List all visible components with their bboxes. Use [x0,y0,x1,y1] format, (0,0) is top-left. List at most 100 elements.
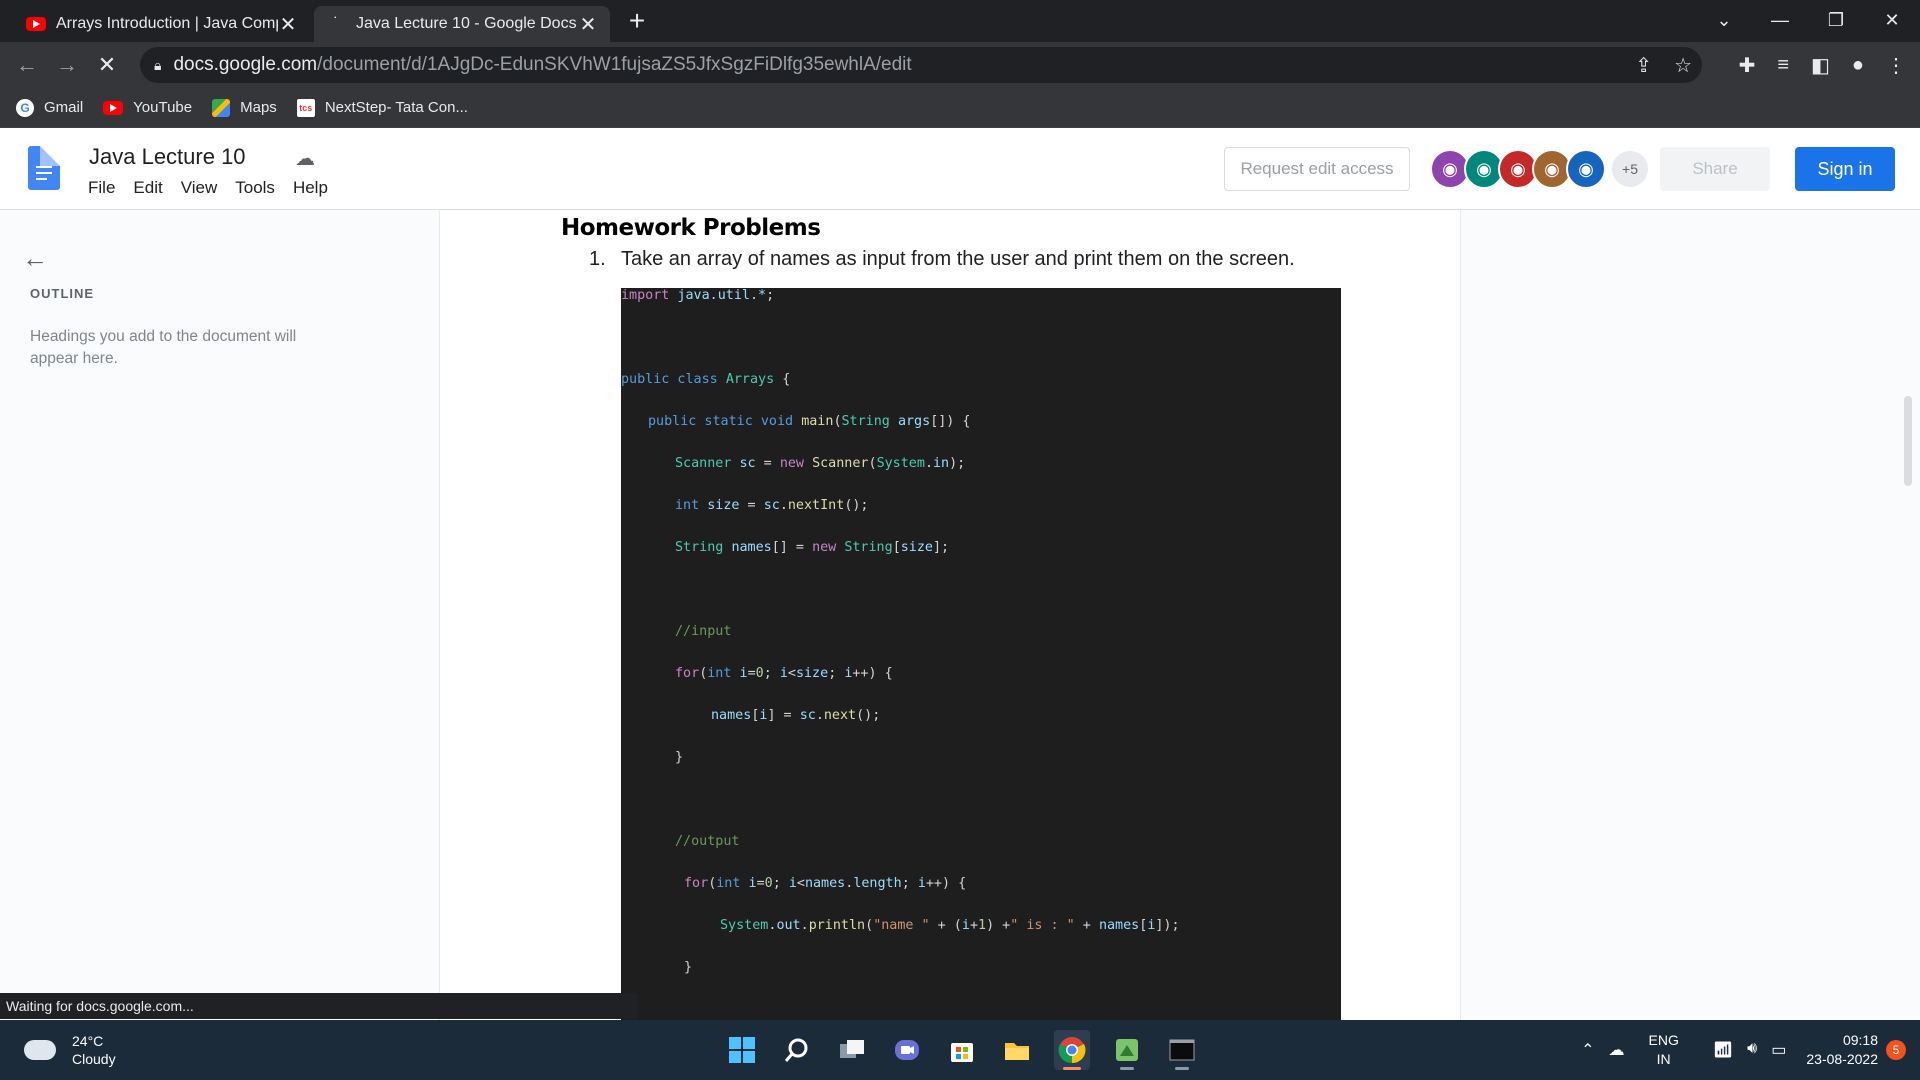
clock[interactable]: 09:18 23-08-2022 [1806,1031,1878,1069]
task-view-icon[interactable] [834,1030,870,1070]
menu-help[interactable]: Help [293,178,328,198]
close-window-button[interactable]: ✕ [1864,0,1920,40]
document-title[interactable]: Java Lecture 10 [89,144,246,170]
forward-icon[interactable]: → [52,50,82,80]
chrome-icon[interactable] [1054,1030,1090,1070]
start-button[interactable] [724,1030,760,1070]
bookmark-star-icon[interactable]: ☆ [1674,53,1692,78]
bookmark-nextstep[interactable]: tcs NextStep- Tata Con... [296,98,468,117]
bookmark-gmail[interactable]: G Gmail [16,98,83,117]
restore-button[interactable]: ❐ [1808,0,1864,40]
close-icon[interactable]: ✕ [578,12,598,37]
taskbar-apps [724,1030,1200,1070]
lock-icon[interactable]: 🔒︎ [154,57,161,74]
request-edit-access-button[interactable]: Request edit access [1224,147,1410,191]
document-scrollbar[interactable] [1904,396,1912,486]
bookmark-youtube[interactable]: YouTube [103,99,192,116]
temperature: 24°C [72,1033,104,1049]
more-viewers-badge[interactable]: +5 [1610,149,1650,189]
close-icon[interactable]: ✕ [278,12,298,37]
address-bar[interactable]: 🔒︎ docs.google.com/document/d/1AJgDc-Edu… [140,47,1702,83]
chrome-menu-icon[interactable]: ⋮ [1886,53,1906,78]
youtube-icon [103,100,124,115]
maps-icon [212,98,231,117]
stop-loading-icon[interactable]: ✕ [92,50,122,80]
search-icon[interactable] [779,1030,815,1070]
google-docs-logo-icon[interactable] [28,146,60,190]
cloud-weather-icon [24,1040,56,1060]
code-comment: //output [675,834,740,849]
system-tray: ⌃ ☁︎ ENG IN 📶︎ 🔊︎ ▭ 09:18 23-08-2022 5 [1581,1020,1920,1080]
extensions-icon[interactable]: ✚ [1739,53,1756,78]
bookmarks-bar: G Gmail YouTube Maps tcs NextStep- Tata … [0,88,1920,128]
profile-icon[interactable]: ● [1852,54,1864,77]
side-panel-icon[interactable]: ◧ [1811,53,1830,78]
share-page-icon[interactable]: ⇪ [1635,53,1652,78]
browser-tab-strip: Arrays Introduction | Java Compl ✕ ˙ Jav… [0,0,1920,42]
minimize-button[interactable]: — [1752,0,1808,40]
section-heading: Homework Problems [561,215,821,241]
browser-status-bar: Waiting for docs.google.com... [0,993,638,1019]
outline-heading: OUTLINE [30,286,95,301]
cloud-status-icon[interactable]: ☁︎ [295,146,315,171]
sign-in-button[interactable]: Sign in [1795,147,1895,191]
weather-widget[interactable]: 24°C Cloudy [24,1032,116,1068]
close-outline-arrow-icon[interactable]: ← [22,243,48,274]
windows-taskbar: 24°C Cloudy ⌃ ☁︎ ENG IN 📶︎ 🔊︎ ▭ 09:18 23… [0,1020,1920,1080]
anonymous-viewer-avatar[interactable]: ◉ [1566,149,1606,189]
url-text: docs.google.com/document/d/1AJgDc-EdunSK… [173,54,912,75]
tcs-icon: tcs [296,98,315,117]
code-line: Scanner sc = new Scanner(System.in); [675,456,966,471]
menu-view[interactable]: View [181,178,218,198]
code-line: public static void main(String args[]) { [648,414,971,429]
menu-edit[interactable]: Edit [133,178,162,198]
outline-panel: ← OUTLINE Headings you add to the docume… [0,211,438,993]
tab-google-docs[interactable]: ˙ Java Lecture 10 - Google Docs ✕ [314,6,610,42]
terminal-icon[interactable] [1164,1030,1200,1070]
microsoft-store-icon[interactable] [944,1030,980,1070]
list-item-text: Take an array of names as input from the… [621,248,1295,270]
share-button[interactable]: Share [1660,147,1770,191]
bookmark-maps[interactable]: Maps [212,98,277,117]
notification-badge[interactable]: 5 [1886,1040,1906,1060]
media-control-icon[interactable]: ≡ [1777,54,1789,77]
code-line: for(int i=0; i<size; i++) { [675,666,893,681]
code-comment: //input [675,624,732,639]
wifi-icon[interactable]: 📶︎ [1713,1040,1733,1060]
menu-tools[interactable]: Tools [235,178,275,198]
code-line: import java.util.*; [621,288,775,303]
code-line: public class Arrays { [621,372,791,387]
document-page[interactable]: Homework Problems 1. Take an array of na… [439,211,1461,1033]
notepad-app-icon[interactable] [1109,1030,1145,1070]
battery-icon[interactable]: ▭ [1771,1040,1786,1060]
onedrive-icon[interactable]: ☁︎ [1609,1040,1625,1060]
language-indicator[interactable]: ENG IN [1649,1031,1679,1069]
code-block-image: import java.util.*; public class Arrays … [621,288,1341,1033]
youtube-icon [26,17,46,31]
code-line: } [675,750,684,765]
list-number: 1. [589,248,606,270]
code-line: for(int i=0; i<names.length; i++) { [684,876,967,891]
tab-youtube[interactable]: Arrays Introduction | Java Compl ✕ [14,6,310,42]
volume-icon[interactable]: 🔊︎ [1747,1040,1757,1060]
list-item: 1. Take an array of names as input from … [589,248,1295,271]
tab-search-icon[interactable]: ⌄ [1696,0,1752,40]
google-icon: G [16,98,34,117]
code-line: int size = sc.nextInt(); [675,498,869,513]
show-hidden-icons-chevron-icon[interactable]: ⌃ [1581,1040,1594,1060]
menu-bar: File Edit View Tools Help [88,178,328,198]
outline-hint: Headings you add to the document will ap… [30,328,297,367]
back-icon[interactable]: ← [12,50,42,80]
file-explorer-icon[interactable] [999,1030,1035,1070]
code-line: String names[] = new String[size]; [675,540,950,555]
browser-toolbar: ← → ✕ 🔒︎ docs.google.com/document/d/1AJg… [0,42,1920,88]
loading-icon: ˙ [333,15,339,32]
code-line: } [684,960,693,975]
viewer-avatars: ◉ ◉ ◉ ◉ ◉ +5 [1430,149,1650,189]
weather-condition: Cloudy [72,1051,116,1067]
teams-chat-icon[interactable] [889,1030,925,1070]
docs-header: Java Lecture 10 ☁︎ File Edit View Tools … [0,128,1920,210]
new-tab-button[interactable]: + [622,6,652,36]
tab-title: Java Lecture 10 - Google Docs [356,15,577,32]
menu-file[interactable]: File [88,178,115,198]
